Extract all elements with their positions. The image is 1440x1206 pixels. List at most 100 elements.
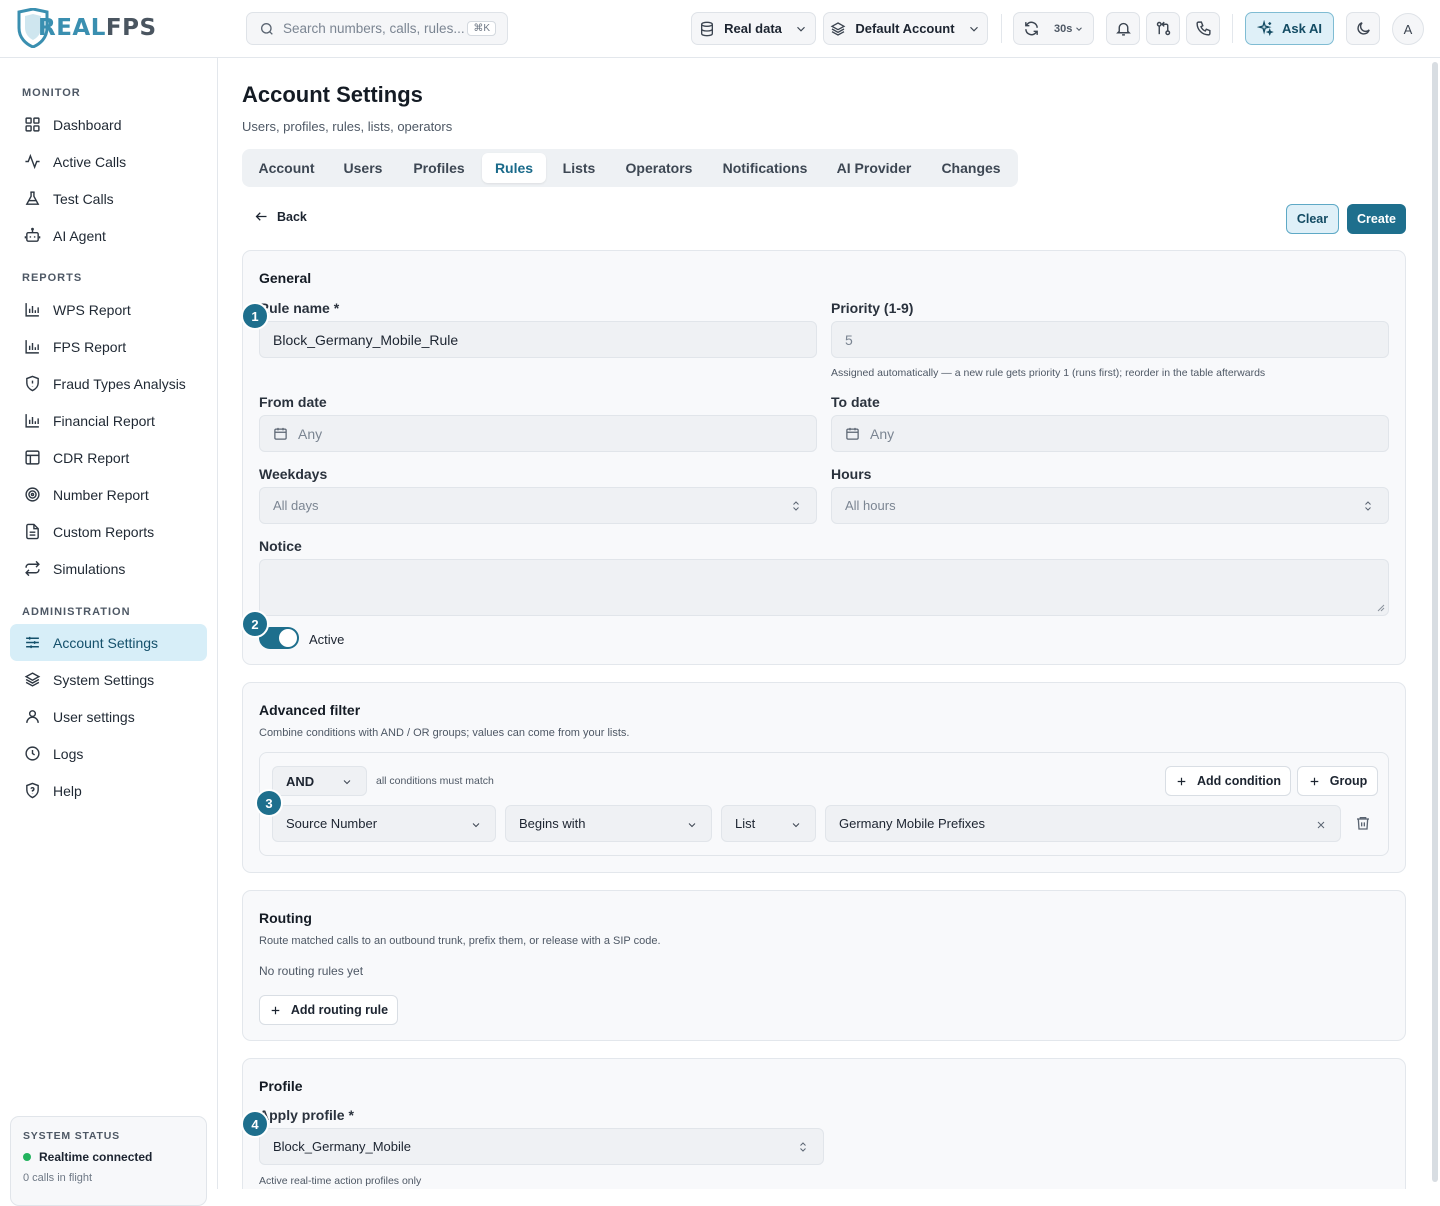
notice-label: Notice xyxy=(259,538,302,554)
hours-select[interactable]: All hours xyxy=(831,487,1389,524)
avatar-initial: A xyxy=(1403,21,1413,37)
sidebar-item-financial-report[interactable]: Financial Report xyxy=(10,402,207,439)
tab-account[interactable]: Account xyxy=(246,153,327,183)
routing-card: Routing Route matched calls to an outbou… xyxy=(242,890,1406,1041)
sidebar-item-fraud-types-analysis[interactable]: Fraud Types Analysis xyxy=(10,365,207,402)
bar-chart-icon xyxy=(23,412,41,430)
page-subtitle: Users, profiles, rules, lists, operators xyxy=(242,119,453,134)
sidebar-item-fps-report[interactable]: FPS Report xyxy=(10,328,207,365)
logo-text: REALFPS xyxy=(38,15,157,41)
calendar-icon xyxy=(273,426,288,441)
sidebar-item-account-settings[interactable]: Account Settings xyxy=(10,624,207,661)
table-icon xyxy=(23,449,41,467)
sidebar-item-system-settings[interactable]: System Settings xyxy=(10,661,207,698)
sidebar-item-number-report[interactable]: Number Report xyxy=(10,476,207,513)
account-select[interactable]: Default Account xyxy=(823,12,988,45)
sidebar-item-user-settings[interactable]: User settings xyxy=(10,698,207,735)
profile-card: Profile Apply profile * Block_Germany_Mo… xyxy=(242,1058,1406,1189)
refresh-control[interactable]: 30s xyxy=(1013,12,1094,45)
delete-condition-button[interactable] xyxy=(1355,815,1371,831)
app-logo[interactable]: REALFPS xyxy=(16,8,157,48)
back-button[interactable]: Back xyxy=(254,209,307,224)
tab-ai-provider[interactable]: AI Provider xyxy=(824,153,924,183)
to-date-input[interactable]: Any xyxy=(831,415,1389,452)
tab-lists[interactable]: Lists xyxy=(550,153,608,183)
sidebar-item-label: Simulations xyxy=(53,560,126,577)
chevron-down-icon xyxy=(341,776,353,788)
search-shortcut: ⌘K xyxy=(467,21,496,36)
compare-button[interactable] xyxy=(1146,12,1180,45)
sidebar-item-ai-agent[interactable]: AI Agent xyxy=(10,217,207,254)
create-button[interactable]: Create xyxy=(1347,204,1406,234)
apply-profile-select[interactable]: Block_Germany_Mobile xyxy=(259,1128,824,1165)
search-input[interactable]: Search numbers, calls, rules... ⌘K xyxy=(246,12,508,45)
chevron-down-icon xyxy=(796,26,805,32)
plus-icon xyxy=(271,1006,280,1014)
tab-notifications[interactable]: Notifications xyxy=(710,153,820,183)
theme-toggle-button[interactable] xyxy=(1346,12,1380,45)
apply-profile-label: Apply profile * xyxy=(259,1107,354,1123)
scrollbar[interactable] xyxy=(1432,62,1438,1182)
tab-rules[interactable]: Rules xyxy=(482,153,546,183)
add-condition-button[interactable]: Add condition xyxy=(1165,766,1291,796)
calls-button[interactable] xyxy=(1186,12,1220,45)
add-group-button[interactable]: Group xyxy=(1297,766,1378,796)
condition-field-select[interactable]: Source Number xyxy=(272,805,496,842)
chevrons-up-down-icon xyxy=(1362,499,1374,516)
sidebar-item-label: User settings xyxy=(53,708,135,725)
weekdays-label: Weekdays xyxy=(259,466,328,482)
sidebar-item-label: System Settings xyxy=(53,671,155,688)
resize-handle-icon[interactable] xyxy=(1377,604,1385,612)
sidebar-item-help[interactable]: Help xyxy=(10,772,207,809)
sidebar-item-label: Help xyxy=(53,782,82,799)
group-operator-select[interactable]: AND xyxy=(272,766,367,796)
tab-users[interactable]: Users xyxy=(331,153,395,183)
sidebar-item-label: WPS Report xyxy=(53,301,131,318)
clear-button[interactable]: Clear xyxy=(1286,204,1339,234)
refresh-interval[interactable]: 30s xyxy=(1054,23,1072,35)
top-bar: REALFPS Search numbers, calls, rules... … xyxy=(0,0,1440,58)
sidebar-item-wps-report[interactable]: WPS Report xyxy=(10,291,207,328)
sidebar-item-label: Financial Report xyxy=(53,412,155,429)
tab-changes[interactable]: Changes xyxy=(928,153,1014,183)
sidebar-item-logs[interactable]: Logs xyxy=(10,735,207,772)
data-source-select[interactable]: Real data xyxy=(691,12,816,45)
advanced-filter-title: Advanced filter xyxy=(259,702,361,718)
add-routing-rule-button[interactable]: Add routing rule xyxy=(259,995,398,1025)
rule-name-input[interactable]: Block_Germany_Mobile_Rule xyxy=(259,321,817,358)
shield-alert-icon xyxy=(23,375,41,393)
activity-icon xyxy=(23,153,41,171)
condition-value-select[interactable]: Germany Mobile Prefixes xyxy=(825,805,1341,842)
sidebar-item-cdr-report[interactable]: CDR Report xyxy=(10,439,207,476)
trash-icon xyxy=(1357,817,1369,830)
from-date-input[interactable]: Any xyxy=(259,415,817,452)
clear-value-icon[interactable] xyxy=(1315,819,1327,831)
condition-operator-select[interactable]: Begins with xyxy=(505,805,712,842)
tab-profiles[interactable]: Profiles xyxy=(399,153,479,183)
sidebar-item-active-calls[interactable]: Active Calls xyxy=(10,143,207,180)
sidebar-item-simulations[interactable]: Simulations xyxy=(10,550,207,587)
sidebar-item-test-calls[interactable]: Test Calls xyxy=(10,180,207,217)
chevron-down-icon xyxy=(470,819,482,831)
repeat-icon xyxy=(23,560,41,578)
sidebar-item-label: Test Calls xyxy=(53,190,114,207)
moon-icon xyxy=(1356,22,1370,35)
from-date-label: From date xyxy=(259,394,327,410)
notice-textarea[interactable] xyxy=(259,559,1389,616)
to-date-label: To date xyxy=(831,394,880,410)
sidebar-item-dashboard[interactable]: Dashboard xyxy=(10,106,207,143)
tab-operators[interactable]: Operators xyxy=(612,153,706,183)
sidebar-item-custom-reports[interactable]: Custom Reports xyxy=(10,513,207,550)
condition-value-type-select[interactable]: List xyxy=(721,805,816,842)
operator-hint: all conditions must match xyxy=(376,775,494,787)
chevron-down-icon xyxy=(1076,26,1083,31)
user-avatar[interactable]: A xyxy=(1392,13,1424,45)
weekdays-select[interactable]: All days xyxy=(259,487,817,524)
main-content: Account Settings Users, profiles, rules,… xyxy=(218,58,1440,1189)
profile-title: Profile xyxy=(259,1078,303,1094)
notifications-button[interactable] xyxy=(1106,12,1140,45)
chevron-down-icon xyxy=(790,819,802,831)
sidebar-item-label: CDR Report xyxy=(53,449,130,466)
ask-ai-button[interactable]: Ask AI xyxy=(1245,12,1334,45)
divider xyxy=(1232,14,1233,43)
